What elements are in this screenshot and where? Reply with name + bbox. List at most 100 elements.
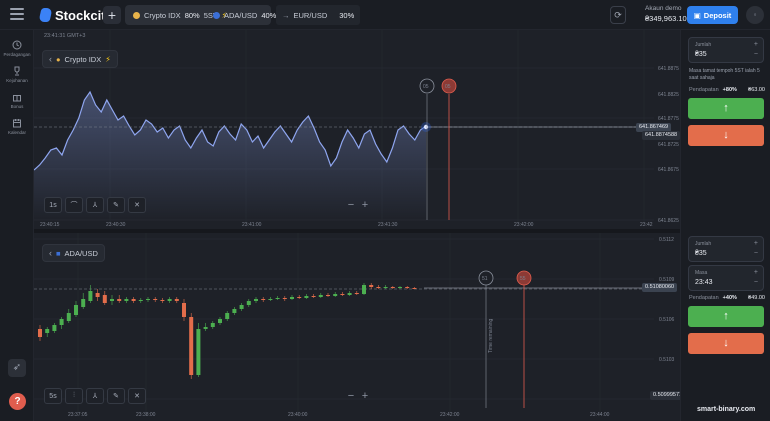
zoom-in-icon[interactable]: + <box>359 390 371 402</box>
sell-down-button-2[interactable]: ↓ <box>688 333 764 354</box>
candle-body <box>52 325 57 331</box>
sidebar-item-bonus[interactable]: Bonus <box>0 92 34 109</box>
timeframe-button[interactable]: 5s <box>44 388 62 404</box>
candle-body <box>124 299 129 301</box>
back-chevron-icon[interactable]: ‹ <box>49 248 52 258</box>
price-axis-label: 641.8825 <box>658 92 679 98</box>
amount-stepper[interactable]: + − <box>754 239 758 259</box>
account-switcher[interactable]: Akaun demo ₴349,963.10 <box>645 5 687 23</box>
zoom-out-icon[interactable]: − <box>345 390 357 402</box>
open-marker-label: 05 <box>423 84 429 90</box>
deposit-button[interactable]: ▣ Deposit <box>687 6 738 24</box>
candle-body <box>340 294 345 295</box>
chart-type-icon[interactable]: ⫶ <box>65 388 83 404</box>
candle-body <box>275 298 280 299</box>
candle-body <box>369 285 374 287</box>
time-stepper[interactable]: + − <box>754 268 758 288</box>
expiry-note: Masa tamat tempoh 5ST ialah 5 saat sahaj… <box>689 68 760 81</box>
tab-eur-usd[interactable]: → EUR/USD 30% <box>276 5 361 25</box>
time-value: 23:43 <box>695 279 713 286</box>
chart-type-icon[interactable]: ⌒ <box>65 197 83 213</box>
candle-body <box>326 295 330 296</box>
sell-down-button-1[interactable]: ↓ <box>688 125 764 146</box>
amount-value: ₴35 <box>695 250 707 257</box>
indicators-icon[interactable]: ⅄ <box>86 197 104 213</box>
candle-body <box>167 299 172 301</box>
asset-name: Crypto IDX <box>64 54 102 64</box>
candle-body <box>81 299 86 307</box>
timeframe-button[interactable]: 1s <box>44 197 62 213</box>
candle-body <box>102 295 107 303</box>
candle-body <box>218 319 222 323</box>
zoom-controls: − + <box>345 390 371 402</box>
candle-body <box>174 299 179 301</box>
time-axis-label: 23:42 <box>640 222 653 228</box>
income-row-2: Pendapatan +40% ₴49.00 <box>689 295 765 301</box>
candle-body <box>131 299 136 301</box>
close-marker-label: 55 <box>520 276 526 282</box>
time-field[interactable]: Masa 23:43 + − <box>688 265 764 291</box>
income-row-1: Pendapatan +80% ₴63.00 <box>689 87 765 93</box>
amount-field-2[interactable]: Jumlah ₴35 + − <box>688 236 764 262</box>
candle-body <box>297 297 302 298</box>
help-button[interactable]: ? <box>9 393 26 410</box>
draw-pencil-icon[interactable]: ✎ <box>107 388 125 404</box>
time-label: Masa <box>695 270 708 276</box>
income-label: Pendapatan <box>689 87 719 93</box>
chart-panel-crypto-idx[interactable]: 641.8875 641.8825 641.8775 641.8725 641.8675… <box>34 30 681 229</box>
time-axis-label: 23:44:00 <box>590 412 610 418</box>
price-axis-label: 641.8775 <box>658 116 679 122</box>
candle-body <box>405 287 410 288</box>
sidebar-item-tournaments[interactable]: Kejohanan <box>0 66 34 83</box>
amount-field-1[interactable]: Jumlah ₴35 + − <box>688 37 764 63</box>
income-label: Pendapatan <box>689 295 719 301</box>
candle-body <box>304 296 309 298</box>
candle-body <box>398 287 402 288</box>
open-marker-label: 51 <box>482 276 488 282</box>
sidebar-item-calendar[interactable]: Kalendar <box>0 118 34 135</box>
income-percent: +80% <box>722 87 737 93</box>
current-price-tag: 0.51080060 <box>642 283 678 292</box>
crypto-idx-icon <box>133 11 140 19</box>
time-axis-label: 23:37:05 <box>68 412 88 418</box>
candle-body <box>117 299 122 301</box>
zoom-out-icon[interactable]: − <box>345 199 357 211</box>
brand-logo[interactable]: Stockcity <box>38 6 113 24</box>
buy-up-button-1[interactable]: ↑ <box>688 98 764 119</box>
chart-toolbar: 5s ⫶ ⅄ ✎ ✕ <box>44 388 146 404</box>
refresh-button[interactable]: ⟳ <box>610 6 626 24</box>
trade-panel: Jumlah ₴35 + − Masa tamat tempoh 5ST iala… <box>680 30 770 421</box>
add-asset-button[interactable]: + <box>103 6 121 24</box>
clear-drawings-icon[interactable]: ✕ <box>128 197 146 213</box>
candle-body <box>88 291 93 301</box>
tab-label: Crypto IDX <box>144 10 181 20</box>
amount-stepper[interactable]: + − <box>754 40 758 60</box>
candle-body <box>290 297 294 299</box>
profile-avatar[interactable]: ◦ <box>746 6 764 24</box>
wallet-icon: ▣ <box>693 10 701 20</box>
draw-pencil-icon[interactable]: ✎ <box>107 197 125 213</box>
candle-body <box>160 300 165 301</box>
income-value: ₴63.00 <box>748 87 765 93</box>
menu-icon[interactable] <box>10 8 24 22</box>
tab-label: EUR/USD <box>293 10 328 20</box>
rocket-icon[interactable]: ➶ <box>8 359 26 377</box>
back-chevron-icon[interactable]: ‹ <box>49 54 52 64</box>
buy-up-button-2[interactable]: ↑ <box>688 306 764 327</box>
tab-percent: 40% <box>261 10 277 20</box>
time-axis-label: 23:40:30 <box>106 222 126 228</box>
candle-body <box>95 293 100 297</box>
candle-body <box>189 317 194 375</box>
brand-mark-icon <box>38 8 53 22</box>
tab-ada-usd[interactable]: ADA/USD 40% <box>207 5 282 25</box>
close-marker-label: 05 <box>445 84 451 90</box>
candle-body <box>38 329 42 337</box>
ada-icon <box>213 11 220 19</box>
sidebar-item-trading[interactable]: Perdagangan <box>0 40 34 57</box>
chart-panel-ada-usd[interactable]: 0.51120.51090.51060.51030.509923:37:0523… <box>34 233 686 420</box>
zoom-in-icon[interactable]: + <box>359 199 371 211</box>
indicators-icon[interactable]: ⅄ <box>86 388 104 404</box>
clear-drawings-icon[interactable]: ✕ <box>128 388 146 404</box>
chart-asset-selector[interactable]: ‹ ■ ADA/USD <box>42 244 105 262</box>
chart-asset-selector[interactable]: ‹ ● Crypto IDX ⚡ <box>42 50 118 68</box>
